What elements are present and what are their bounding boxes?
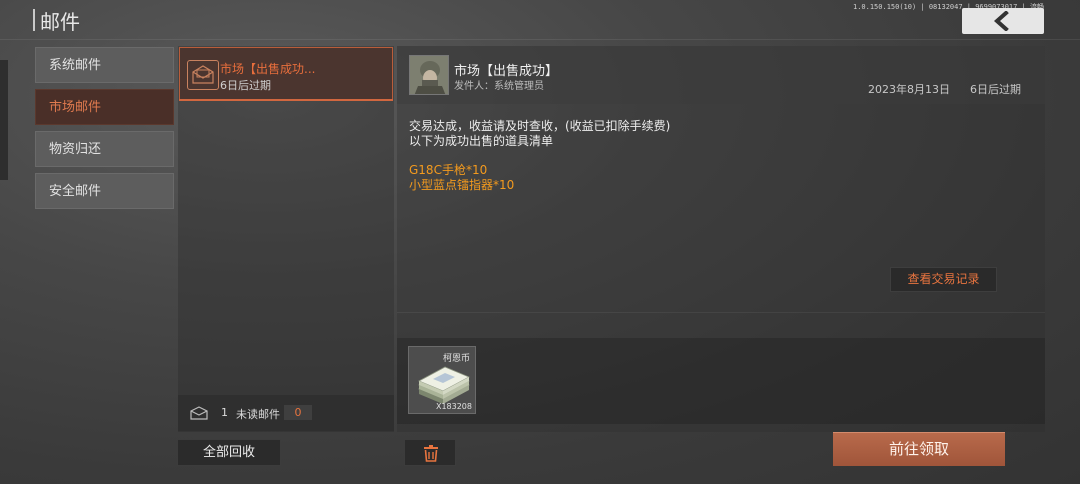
attachment-name: 柯恩币 [442,354,470,364]
claim-button[interactable]: 前往领取 [833,432,1005,466]
view-trade-record-button[interactable]: 查看交易记录 [890,267,997,292]
left-edge-tab [0,60,8,180]
mail-expire: 6日后过期 [970,83,1021,96]
mail-item-expire: 6日后过期 [220,79,271,92]
mail-date: 2023年8月13日 [868,83,950,96]
attachment-slot[interactable]: 柯恩币 X183208 [408,346,476,414]
sender-name: 系统管理员 [494,81,544,92]
collect-all-button[interactable]: 全部回收 [177,439,281,466]
unread-bar: 1 未读邮件 0 [178,395,394,431]
trash-icon [424,445,438,462]
back-arrow-icon [993,11,1009,31]
mail-list-item[interactable]: 市场【出售成功... 6日后过期 [179,47,393,101]
category-security-mail[interactable]: 安全邮件 [35,173,174,209]
header-divider [0,39,1080,40]
mail-list-panel [178,46,394,432]
back-button[interactable] [962,8,1044,34]
unread-label: 未读邮件 [236,408,280,421]
attachment-strip [397,338,1045,424]
sold-item-2: 小型蓝点镭指器*10 [409,178,515,192]
sender-line: 发件人：系统管理员 [454,77,544,92]
unread-envelope-icon [190,406,208,420]
detail-separator [397,312,1045,313]
category-system-mail[interactable]: 系统邮件 [35,47,174,83]
delete-button[interactable] [404,439,456,466]
page-title: 邮件 [40,10,80,34]
sender-avatar [409,55,449,95]
title-accent [33,9,35,31]
sender-prefix: 发件人： [454,81,494,92]
mail-item-title: 市场【出售成功... [220,62,316,76]
cash-stack-icon [418,366,470,404]
unread-count: 1 [221,406,228,419]
body-line-2: 以下为成功出售的道具清单 [409,134,554,148]
unread-badge: 0 [284,405,312,420]
selected-underline [179,99,393,101]
envelope-icon [187,60,219,90]
category-supply-return[interactable]: 物资归还 [35,131,174,167]
category-market-mail[interactable]: 市场邮件 [35,89,174,125]
attachment-quantity: X183208 [435,402,472,411]
